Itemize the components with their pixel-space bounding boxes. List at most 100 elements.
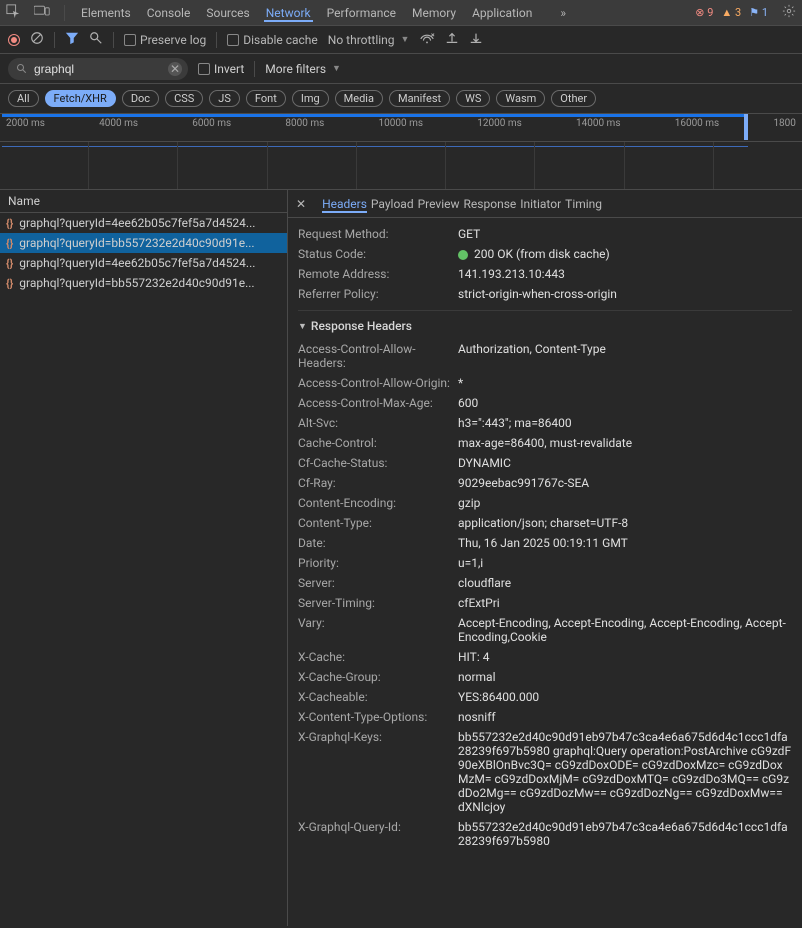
type-chip-other[interactable]: Other <box>551 90 596 107</box>
header-row: Request Method:GET <box>298 224 792 244</box>
gear-icon[interactable] <box>782 4 796 21</box>
header-key: Access-Control-Allow-Headers: <box>298 342 458 370</box>
header-row: Cache-Control:max-age=86400, must-revali… <box>298 433 792 453</box>
header-value: Thu, 16 Jan 2025 00:19:11 GMT <box>458 536 792 550</box>
warning-count-icon: ▲ 3 <box>721 6 741 19</box>
header-value: application/json; charset=UTF-8 <box>458 516 792 530</box>
timeline-tick: 4000 ms <box>99 118 138 129</box>
header-row: Content-Encoding:gzip <box>298 493 792 513</box>
subtab-preview[interactable]: Preview <box>418 197 460 211</box>
header-key: X-Content-Type-Options: <box>298 710 458 724</box>
clear-icon[interactable] <box>30 31 44 48</box>
request-name: graphql?queryId=bb557232e2d40c90d91e... <box>19 276 254 290</box>
close-details-icon[interactable]: ✕ <box>296 197 306 211</box>
type-chip-all[interactable]: All <box>8 90 39 107</box>
disable-cache-checkbox[interactable]: Disable cache <box>227 33 318 47</box>
header-row: X-Cache-Group:normal <box>298 667 792 687</box>
tab-performance[interactable]: Performance <box>325 6 398 20</box>
type-chip-js[interactable]: JS <box>209 90 240 107</box>
header-key: X-Graphql-Keys: <box>298 730 458 744</box>
subtab-payload[interactable]: Payload <box>371 197 414 211</box>
json-icon: {} <box>6 217 13 230</box>
type-chip-css[interactable]: CSS <box>165 90 203 107</box>
waterfall-overview[interactable] <box>0 142 802 190</box>
tab-console[interactable]: Console <box>145 6 193 20</box>
header-value: Accept-Encoding, Accept-Encoding, Accept… <box>458 616 792 644</box>
filter-input[interactable] <box>34 62 162 76</box>
filter-row: ✕ Invert More filters▼ <box>0 54 802 84</box>
header-key: X-Cache: <box>298 650 458 664</box>
header-value: YES:86400.000 <box>458 690 792 704</box>
type-chip-font[interactable]: Font <box>246 90 286 107</box>
response-headers-section[interactable]: ▼Response Headers <box>298 310 792 339</box>
type-chip-media[interactable]: Media <box>335 90 383 107</box>
header-value: 9029eebac991767c-SEA <box>458 476 792 490</box>
tab-application[interactable]: Application <box>470 6 534 20</box>
tab-sources[interactable]: Sources <box>204 6 251 20</box>
subtab-initiator[interactable]: Initiator <box>520 197 561 211</box>
header-key: Priority: <box>298 556 458 570</box>
more-tabs-icon[interactable]: » <box>560 6 566 20</box>
header-row: Status Code:200 OK (from disk cache) <box>298 244 792 264</box>
timeline-tick: 1800 <box>773 118 795 129</box>
search-icon[interactable] <box>89 31 103 48</box>
header-value: nosniff <box>458 710 792 724</box>
header-row: Referrer Policy:strict-origin-when-cross… <box>298 284 792 304</box>
throttling-select[interactable]: No throttling▼ <box>328 33 410 47</box>
type-chip-ws[interactable]: WS <box>456 90 490 107</box>
timeline-tick: 6000 ms <box>192 118 231 129</box>
header-key: Access-Control-Max-Age: <box>298 396 458 410</box>
header-row: Priority:u=1,i <box>298 553 792 573</box>
header-key: Content-Type: <box>298 516 458 530</box>
divider <box>254 61 255 77</box>
header-value: cfExtPri <box>458 596 792 610</box>
request-row[interactable]: {} graphql?queryId=bb557232e2d40c90d91e..… <box>0 273 287 293</box>
network-toolbar: Preserve log Disable cache No throttling… <box>0 26 802 54</box>
tab-memory[interactable]: Memory <box>410 6 458 20</box>
device-icon[interactable] <box>34 4 50 21</box>
preserve-log-checkbox[interactable]: Preserve log <box>124 33 206 47</box>
export-har-icon[interactable] <box>469 31 483 48</box>
type-chip-fetchxhr[interactable]: Fetch/XHR <box>45 90 116 107</box>
import-har-icon[interactable] <box>445 31 459 48</box>
status-dot-icon <box>458 250 468 260</box>
timeline-tick: 10000 ms <box>379 118 424 129</box>
subtab-headers[interactable]: Headers <box>322 197 367 213</box>
inspect-icon[interactable] <box>6 4 20 21</box>
header-value: Authorization, Content-Type <box>458 342 792 356</box>
type-chip-manifest[interactable]: Manifest <box>389 90 450 107</box>
header-key: Cf-Ray: <box>298 476 458 490</box>
type-chip-img[interactable]: Img <box>292 90 329 107</box>
request-row[interactable]: {}graphql?queryId=4ee62b05c7fef5a7d4524.… <box>0 213 287 233</box>
timeline-ruler[interactable]: 2000 ms4000 ms6000 ms8000 ms10000 ms1200… <box>0 114 802 142</box>
record-icon[interactable] <box>8 34 20 46</box>
type-chip-wasm[interactable]: Wasm <box>496 90 545 107</box>
header-key: Server-Timing: <box>298 596 458 610</box>
timeline-tick: 16000 ms <box>675 118 720 129</box>
main-split: Name {}graphql?queryId=4ee62b05c7fef5a7d… <box>0 190 802 926</box>
header-row: Vary:Accept-Encoding, Accept-Encoding, A… <box>298 613 792 647</box>
header-row: Server-Timing:cfExtPri <box>298 593 792 613</box>
header-key: Cf-Cache-Status: <box>298 456 458 470</box>
header-key: Content-Encoding: <box>298 496 458 510</box>
request-row[interactable]: {}graphql?queryId=4ee62b05c7fef5a7d4524.… <box>0 253 287 273</box>
json-icon: {} <box>6 277 13 290</box>
json-icon: {} <box>6 257 13 270</box>
request-row[interactable]: {}graphql?queryId=bb557232e2d40c90d91e..… <box>0 233 287 253</box>
tab-network[interactable]: Network <box>264 6 313 22</box>
network-conditions-icon[interactable] <box>419 31 435 48</box>
more-filters-button[interactable]: More filters▼ <box>265 62 341 76</box>
header-value: 600 <box>458 396 792 410</box>
clear-filter-icon[interactable]: ✕ <box>168 62 182 76</box>
header-key: Access-Control-Allow-Origin: <box>298 376 458 390</box>
name-column-header[interactable]: Name <box>0 190 287 213</box>
subtab-response[interactable]: Response <box>464 197 517 211</box>
invert-checkbox[interactable]: Invert <box>198 62 244 76</box>
filter-search[interactable]: ✕ <box>8 58 188 80</box>
header-row: Remote Address:141.193.213.10:443 <box>298 264 792 284</box>
issue-counters[interactable]: ⊗ 9 ▲ 3 ⚑ 1 <box>695 6 768 19</box>
subtab-timing[interactable]: Timing <box>565 197 602 211</box>
type-chip-doc[interactable]: Doc <box>122 90 159 107</box>
filter-icon[interactable] <box>65 31 79 48</box>
tab-elements[interactable]: Elements <box>79 6 133 20</box>
